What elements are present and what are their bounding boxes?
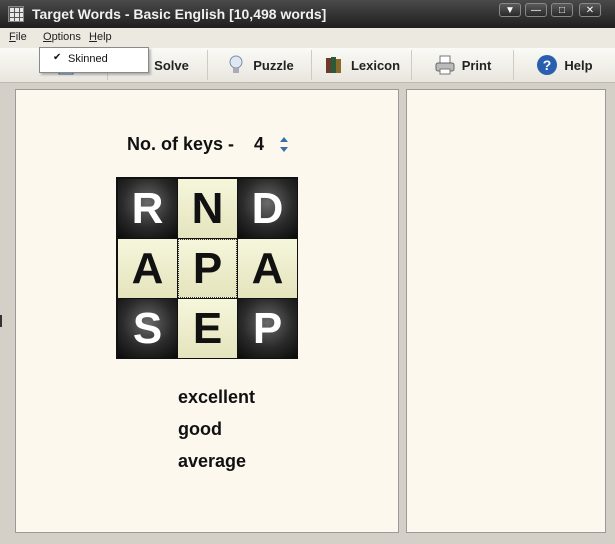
print-label: Print: [461, 57, 492, 73]
maximize-button[interactable]: □: [551, 3, 573, 17]
keys-spinner[interactable]: [278, 134, 290, 156]
print-button[interactable]: Print: [412, 50, 514, 80]
menu-options-rest: ptions: [51, 31, 81, 43]
menu-options[interactable]: Options: [43, 31, 81, 43]
window-edge-marker: [0, 315, 2, 327]
spin-down-icon[interactable]: [280, 147, 288, 152]
svg-text:?: ?: [543, 57, 552, 73]
keys-label: No. of keys -: [127, 134, 235, 154]
letter-grid: R N D A P A S E P: [116, 177, 298, 359]
menu-help[interactable]: Help: [89, 31, 112, 43]
grid-cell[interactable]: S: [118, 299, 177, 358]
grid-cell[interactable]: A: [238, 239, 297, 298]
rating-good: good: [178, 419, 222, 439]
grid-cell[interactable]: P: [238, 299, 297, 358]
spin-up-icon[interactable]: [280, 137, 288, 142]
menu-file-mnemonic: F: [9, 31, 16, 43]
books-icon: [325, 57, 341, 73]
rating-average: average: [178, 451, 247, 471]
menu-file[interactable]: File: [9, 31, 27, 43]
help-button[interactable]: ? Help: [514, 50, 615, 80]
help-icon: ?: [537, 55, 558, 75]
grid-cell[interactable]: N: [178, 179, 237, 238]
menu-help-mnemonic: H: [89, 31, 97, 43]
word-list-panel: [406, 89, 606, 533]
lightbulb-icon: [229, 55, 243, 73]
close-button[interactable]: ✕: [579, 3, 601, 17]
grid-cell[interactable]: A: [118, 239, 177, 298]
menu-file-rest: ile: [15, 31, 27, 43]
lexicon-label: Lexicon: [350, 57, 401, 73]
skinned-menu-item[interactable]: ✔ Skinned: [40, 52, 146, 68]
grid-cell[interactable]: D: [238, 179, 297, 238]
rating-excellent: excellent: [178, 387, 256, 407]
minimize-button[interactable]: —: [525, 3, 547, 17]
app-grid-icon[interactable]: [8, 6, 24, 22]
rating-list: excellent good average: [178, 386, 255, 482]
solve-label: Solve: [154, 57, 189, 73]
printer-icon: [435, 55, 455, 75]
puzzle-label: Puzzle: [253, 57, 294, 73]
options-dropdown: ✔ Skinned: [39, 47, 149, 73]
grid-cell[interactable]: R: [118, 179, 177, 238]
menu-options-mnemonic: O: [43, 31, 52, 43]
help-label: Help: [564, 57, 593, 73]
menu-arrow-button[interactable]: ▼: [499, 3, 521, 17]
menu-help-rest: elp: [96, 31, 112, 43]
puzzle-button[interactable]: Puzzle: [208, 50, 312, 80]
lexicon-button[interactable]: Lexicon: [312, 50, 412, 80]
grid-cell-center[interactable]: P: [178, 239, 237, 298]
checkmark-icon: ✔: [53, 52, 62, 63]
skinned-label: Skinned: [68, 53, 108, 65]
menu-bar: File Options Help: [0, 28, 615, 49]
window-title: Target Words - Basic English [10,498 wor…: [32, 6, 327, 22]
puzzle-panel: No. of keys - 4 R N D A P A S E P excell…: [15, 89, 399, 533]
keys-value: 4: [254, 134, 265, 154]
title-bar: Target Words - Basic English [10,498 wor…: [0, 0, 615, 28]
grid-cell[interactable]: E: [178, 299, 237, 358]
